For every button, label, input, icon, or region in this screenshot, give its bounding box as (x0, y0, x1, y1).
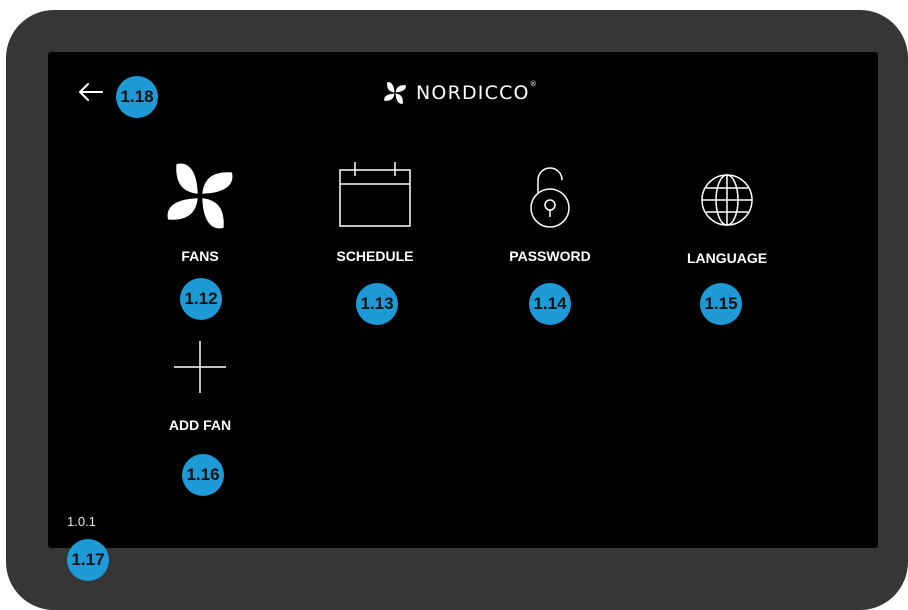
schedule-label: SCHEDULE (336, 248, 414, 264)
fan-pinwheel-icon (167, 163, 233, 229)
device-screen (48, 52, 878, 548)
annotation-badge-back: 1.18 (116, 76, 158, 118)
brand-logo: NORDICCO® (381, 78, 538, 108)
back-button[interactable] (76, 80, 104, 104)
brand-name: NORDICCO® (416, 80, 538, 104)
plus-icon (174, 341, 226, 393)
arrow-left-icon (79, 83, 103, 101)
add-fan-label: ADD FAN (168, 417, 232, 433)
fans-label: FANS (181, 248, 219, 264)
annotation-badge-password: 1.14 (529, 283, 571, 325)
add-fan-tile[interactable]: ADD FAN (130, 335, 270, 440)
language-tile[interactable]: LANGUAGE (657, 158, 797, 268)
password-label: PASSWORD (509, 248, 591, 264)
schedule-tile[interactable]: SCHEDULE (305, 158, 445, 268)
annotation-badge-fans: 1.12 (180, 278, 222, 320)
globe-icon (701, 174, 753, 226)
annotation-badge-schedule: 1.13 (356, 283, 398, 325)
calendar-icon (339, 162, 411, 227)
version-text: 1.0.1 (67, 514, 96, 529)
fans-tile[interactable]: FANS (130, 158, 270, 268)
nordicco-fan-logo-icon (384, 82, 406, 104)
language-label: LANGUAGE (686, 250, 768, 266)
padlock-open-icon (530, 167, 570, 228)
password-tile[interactable]: PASSWORD (480, 158, 620, 268)
annotation-badge-version: 1.17 (67, 539, 109, 581)
annotation-badge-add-fan: 1.16 (182, 454, 224, 496)
annotation-badge-language: 1.15 (700, 283, 742, 325)
